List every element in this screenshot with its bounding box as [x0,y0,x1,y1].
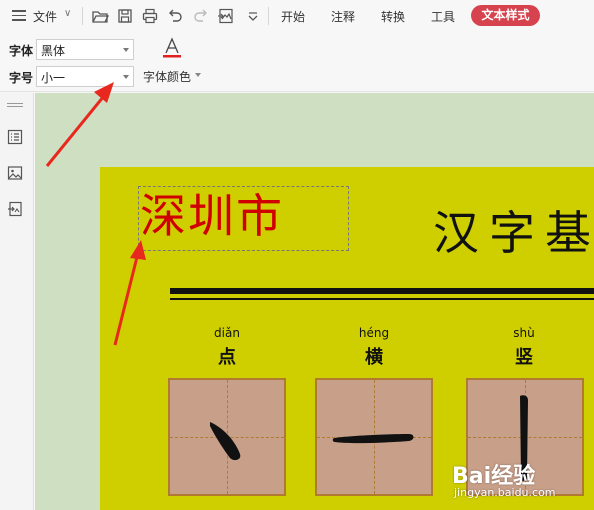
dropdown-caret-icon[interactable] [195,73,201,77]
drag-handle-icon[interactable] [7,103,23,108]
tab-annotate[interactable]: 注释 [331,8,355,25]
title-divider [170,288,594,294]
title-divider-thin [170,298,594,300]
dot-stroke-glyph [210,422,241,461]
font-family-value: 黑体 [41,44,66,58]
chevron-down-icon[interactable]: ∨ [64,8,71,19]
print-icon[interactable] [141,7,159,25]
watermark: Bai经验 jingyan.baidu.com [452,458,592,508]
stroke-name: 点 [218,347,236,368]
tab-start[interactable]: 开始 [281,8,305,25]
stroke-name: 竖 [515,347,533,368]
stroke-cell-horizontal [315,378,433,496]
stroke-cell-dot [168,378,286,496]
pinyin-label: héng [358,326,390,340]
page-title[interactable]: 汉字基 [433,203,594,263]
tab-convert[interactable]: 转换 [381,8,405,25]
stroke-name: 横 [365,347,383,368]
export-image-icon[interactable] [217,7,235,25]
toolbar-divider [268,7,269,25]
menu-bar: 文件 ∨ 开始 注释 转换 工具 文本样式 [0,0,594,32]
watermark-url: jingyan.baidu.com [454,486,556,499]
horizontal-stroke-glyph [332,434,414,444]
font-size-value: 小一 [41,71,66,85]
file-menu[interactable]: 文件 [33,8,57,25]
tab-text-style[interactable]: 文本样式 [471,5,540,26]
toolbar-divider [82,7,83,25]
font-color-button[interactable]: 字体颜色 [143,68,191,85]
font-family-select[interactable]: 黑体 [36,39,134,60]
dropdown-caret-icon [123,48,129,52]
redo-icon[interactable] [192,7,210,25]
selected-text[interactable]: 深圳市 [140,187,284,245]
tab-tools[interactable]: 工具 [431,8,455,25]
dropdown-caret-icon [123,75,129,79]
font-size-select[interactable]: 小一 [36,66,134,87]
font-family-label: 字体 [9,44,34,58]
more-dropdown-icon[interactable] [244,7,262,25]
menu-icon[interactable] [12,10,26,21]
outline-list-icon[interactable] [6,128,24,146]
save-icon[interactable] [116,7,134,25]
font-color-icon[interactable] [161,37,183,59]
open-folder-icon[interactable] [91,7,109,25]
image-thumbnail-icon[interactable] [6,164,24,182]
left-sidebar [0,93,34,510]
font-size-label: 字号 [9,71,34,85]
attachment-icon[interactable] [6,200,24,218]
undo-icon[interactable] [166,7,184,25]
pinyin-label: diǎn [214,326,240,340]
pinyin-label: shù [513,326,535,340]
ribbon-panel: 字体 黑体 字号 小一 字体颜色 [0,32,594,92]
